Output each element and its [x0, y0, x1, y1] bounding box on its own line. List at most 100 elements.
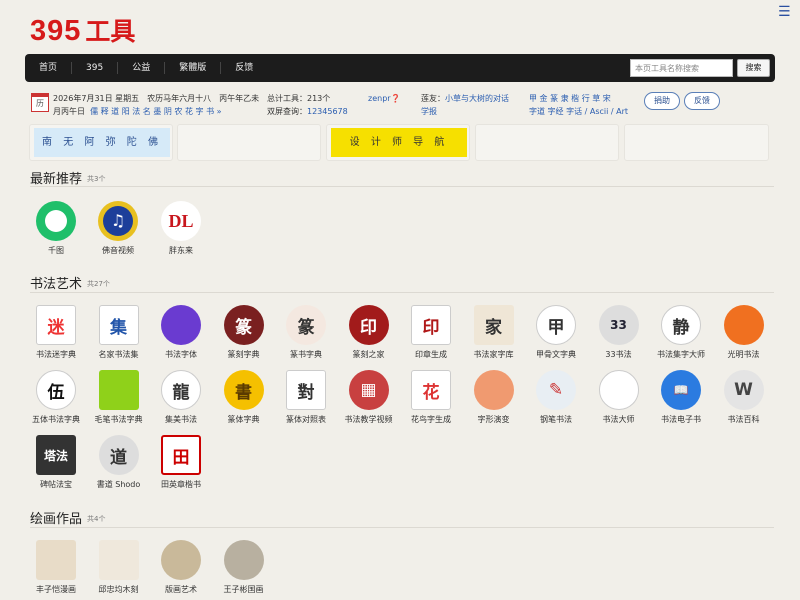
- banner-4[interactable]: [475, 124, 619, 161]
- hamburger-menu-icon[interactable]: ☰: [778, 4, 791, 20]
- site-logo[interactable]: 395 工具: [30, 12, 136, 47]
- tool-tile[interactable]: 千图: [25, 201, 87, 256]
- user-link[interactable]: zenpr❓: [368, 92, 401, 105]
- tool-tile[interactable]: ♫ 佛音视频: [87, 201, 149, 256]
- tool-tile[interactable]: 印印章生成: [400, 305, 462, 360]
- calligraphy-tool-icon: 33: [598, 305, 639, 345]
- font-links-line1[interactable]: 甲 金 篆 隶 楷 行 草 宋: [529, 92, 628, 105]
- tool-tile[interactable]: 田田英章楷书: [150, 435, 212, 490]
- banner-1[interactable]: 南 无 阿 弥 陀 佛: [29, 124, 173, 161]
- pangdonglai-logo-icon: DL: [161, 201, 201, 241]
- tool-tile[interactable]: 字形演变: [463, 370, 525, 425]
- tool-label: 书法电子书: [661, 415, 701, 424]
- section-divider: [30, 527, 774, 528]
- calligraphy-tool-icon: 印: [348, 305, 389, 345]
- tool-tile[interactable]: 印篆刻之家: [338, 305, 400, 360]
- tool-tile[interactable]: 集名家书法集: [88, 305, 150, 360]
- tool-tile[interactable]: 版画艺术: [150, 540, 212, 595]
- stats-info: 总计工具：213个 双屏查询：12345678: [267, 92, 348, 118]
- tool-tile[interactable]: 道書道 Shodo: [88, 435, 150, 490]
- tool-label: 书法教学视频: [344, 415, 393, 424]
- tool-label: 印章生成: [415, 350, 447, 359]
- banner-2[interactable]: [177, 124, 321, 161]
- friend-link[interactable]: 小草与大树的对话: [445, 94, 509, 103]
- tool-tile[interactable]: 篆篆刻字典: [213, 305, 275, 360]
- query-label: 双屏查询：: [267, 107, 307, 116]
- tool-tile[interactable]: 伍五体书法字典: [25, 370, 87, 425]
- tool-tile[interactable]: 📖 书法电子书: [650, 370, 712, 425]
- tool-tile[interactable]: 塔法 碑帖法宝: [25, 435, 87, 490]
- tool-tile[interactable]: 邱忠均木刻: [88, 540, 150, 595]
- donate-button[interactable]: 捐助: [644, 92, 680, 110]
- tool-tile[interactable]: 书法大师: [588, 370, 650, 425]
- logo-text: 工具: [85, 17, 136, 46]
- friend-info: 莲友：小草与大树的对话 学报: [421, 92, 509, 118]
- search-button[interactable]: 搜索: [737, 59, 770, 77]
- section-count-calligraphy: 共27个: [87, 280, 110, 288]
- tool-tile[interactable]: 龍集美书法: [150, 370, 212, 425]
- calligraphy-tool-icon: 家: [473, 305, 514, 345]
- query-number[interactable]: 12345678: [307, 107, 348, 116]
- tool-tile[interactable]: 书法字体: [150, 305, 212, 360]
- tool-label: 丰子恺漫画: [36, 585, 76, 594]
- section-title-calligraphy: 书法艺术: [30, 277, 83, 292]
- calligraphy-tool-icon: [98, 370, 139, 410]
- banner-3[interactable]: 设 计 师 导 航: [326, 124, 470, 161]
- tool-tile[interactable]: 丰子恺漫画: [25, 540, 87, 595]
- study-link[interactable]: 学报: [421, 105, 509, 118]
- feedback-button[interactable]: 反馈: [684, 92, 720, 110]
- font-links: 甲 金 篆 隶 楷 行 草 宋 字道 字经 字话 / Ascii / Art: [529, 92, 628, 118]
- tool-label: 书法集字大师: [657, 350, 705, 359]
- friend-label: 莲友：: [421, 94, 445, 103]
- calligraphy-tool-icon: 📖: [661, 370, 701, 410]
- calligraphy-tool-icon: 印: [411, 305, 451, 345]
- day-links[interactable]: 儒 释 道 阳 法 名 墨 阴 农 花 字 书 »: [90, 107, 221, 116]
- calligraphy-tool-icon: 龍: [161, 370, 201, 410]
- tool-tile[interactable]: 迷书法迷字典: [25, 305, 87, 360]
- banner-designer-nav[interactable]: 设 计 师 导 航: [331, 128, 467, 157]
- tool-label: 名家书法集: [98, 350, 139, 359]
- tool-tile[interactable]: 篆篆书字典: [275, 305, 337, 360]
- calligraphy-tool-icon: W: [723, 370, 764, 410]
- search-input[interactable]: 本页工具名称搜索: [630, 59, 733, 77]
- nav-traditional[interactable]: 繁體版: [164, 62, 220, 74]
- tool-tile[interactable]: 花花鸟字生成: [400, 370, 462, 425]
- calligraphy-tool-icon: [598, 370, 639, 410]
- banner-5[interactable]: [624, 124, 769, 161]
- calligraphy-tool-icon: 篆: [286, 305, 326, 345]
- tool-tile[interactable]: ✎ 钢笔书法: [525, 370, 587, 425]
- tool-tile[interactable]: 對篆体对照表: [275, 370, 337, 425]
- nav-395[interactable]: 395: [71, 62, 117, 74]
- tool-label: 钢笔书法: [540, 415, 572, 424]
- painting-thumbnail-icon: [223, 540, 264, 580]
- tool-tile[interactable]: ▦ 书法教学视频: [338, 370, 400, 425]
- tool-tile[interactable]: 家书法家字库: [463, 305, 525, 360]
- banner-amitabha[interactable]: 南 无 阿 弥 陀 佛: [34, 128, 170, 157]
- section-count-recommend: 共3个: [87, 175, 106, 183]
- nav-charity[interactable]: 公益: [117, 62, 164, 74]
- tool-label: 光明书法: [727, 350, 760, 359]
- section-divider: [30, 292, 774, 293]
- tool-tile[interactable]: W 书法百科: [713, 370, 775, 425]
- font-links-line2[interactable]: 字道 字经 字话 / Ascii / Art: [529, 105, 628, 118]
- tool-label: 书法大师: [602, 415, 635, 424]
- nav-home[interactable]: 首页: [25, 62, 71, 74]
- tool-tile[interactable]: 33 33书法: [588, 305, 650, 360]
- tool-label: 集美书法: [165, 415, 197, 424]
- tool-label: 版画艺术: [165, 585, 197, 594]
- section-count-painting: 共4个: [87, 515, 106, 523]
- tool-tile[interactable]: 光明书法: [713, 305, 775, 360]
- logo-number: 395: [30, 15, 82, 47]
- tool-tile[interactable]: 書篆体字典: [213, 370, 275, 425]
- tool-label: 邱忠均木刻: [98, 585, 139, 594]
- nav-feedback[interactable]: 反馈: [220, 62, 267, 74]
- tool-label: 书法迷字典: [36, 350, 76, 359]
- tool-tile[interactable]: 毛笔书法字典: [88, 370, 150, 425]
- calligraphy-tool-icon: [161, 305, 201, 345]
- painting-thumbnail-icon: [36, 540, 76, 580]
- tool-tile[interactable]: 甲甲骨文字典: [525, 305, 587, 360]
- tool-tile[interactable]: DL 胖东来: [150, 201, 212, 256]
- tool-tile[interactable]: 王子彬国画: [213, 540, 275, 595]
- music-icon: ♫: [98, 201, 138, 241]
- tool-tile[interactable]: 静书法集字大师: [650, 305, 712, 360]
